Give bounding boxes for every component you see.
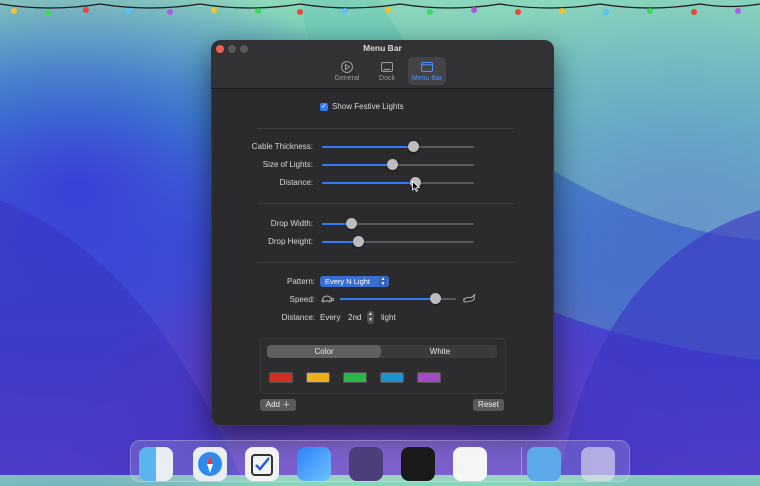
tab-menu-bar-label: Menu Bar xyxy=(411,75,443,82)
hare-icon xyxy=(462,293,476,303)
app-icon-dark[interactable] xyxy=(401,447,435,481)
slider-knob[interactable] xyxy=(408,141,419,152)
toolbar-tabs: General Dock Menu Bar xyxy=(328,57,446,85)
pattern-popup[interactable]: Every N Light ▲ ▼ xyxy=(320,276,389,287)
window-title: Menu Bar xyxy=(363,43,402,53)
pattern-label: Pattern: xyxy=(286,277,315,286)
tab-dock[interactable]: Dock xyxy=(368,57,406,85)
drop-width-slider[interactable] xyxy=(322,218,474,230)
color-swatch-green[interactable] xyxy=(343,372,367,383)
distance-n-value[interactable]: 2nd xyxy=(348,313,361,322)
mouse-cursor-icon xyxy=(412,181,420,192)
add-button-label: Add xyxy=(265,400,280,409)
xcode-icon[interactable] xyxy=(297,447,331,481)
festive-lights-string xyxy=(0,3,760,16)
slider-knob[interactable] xyxy=(353,236,364,247)
divider xyxy=(257,128,515,129)
distance-label: Distance: xyxy=(279,178,313,187)
color-swatch-red[interactable] xyxy=(269,372,293,383)
cable-thickness-label: Cable Thickness: xyxy=(251,142,313,151)
size-of-lights-label: Size of Lights: xyxy=(262,160,313,169)
dock-separator xyxy=(521,447,522,475)
tab-general[interactable]: General xyxy=(328,57,366,85)
chevron-updown-icon: ▲ ▼ xyxy=(379,276,387,287)
compass-icon xyxy=(198,452,222,476)
festive-lights-checkbox[interactable]: ✓ xyxy=(320,103,328,111)
distance-slider[interactable] xyxy=(322,177,474,189)
title-bar: Menu Bar General Dock Menu Bar xyxy=(211,40,554,89)
slider-fill xyxy=(340,298,435,300)
app-icon-purple[interactable] xyxy=(349,447,383,481)
dock-icon xyxy=(381,62,393,72)
color-swatch-yellow[interactable] xyxy=(306,372,330,383)
slider-fill xyxy=(322,164,392,166)
divider xyxy=(257,203,515,204)
color-swatch-purple[interactable] xyxy=(417,372,441,383)
drop-height-label: Drop Height: xyxy=(268,237,313,246)
tab-general-label: General xyxy=(334,75,360,82)
drop-width-label: Drop Width: xyxy=(270,219,313,228)
color-settings-box: Color White xyxy=(260,338,506,394)
settings-window: Menu Bar General Dock Menu Bar ✓ Show Fe… xyxy=(211,40,554,426)
speed-label: Speed: xyxy=(289,295,315,304)
color-mode-segmented-control: Color White xyxy=(267,345,497,358)
finder-icon[interactable] xyxy=(139,447,173,481)
slider-fill xyxy=(322,182,415,184)
general-icon xyxy=(341,61,353,73)
slider-knob[interactable] xyxy=(387,159,398,170)
slider-fill xyxy=(322,146,413,148)
reminders-icon[interactable] xyxy=(245,447,279,481)
reset-button[interactable]: Reset xyxy=(473,399,504,411)
dock xyxy=(130,440,630,482)
distance-n-stepper[interactable]: ▲ ▼ xyxy=(367,311,374,324)
add-button[interactable]: Add ＋ xyxy=(260,399,296,411)
distance-n-suffix: light xyxy=(381,313,396,322)
checkmark-icon xyxy=(251,454,273,476)
tab-menu-bar[interactable]: Menu Bar xyxy=(408,57,446,85)
distance-n-prefix: Every xyxy=(320,313,341,322)
segment-color[interactable]: Color xyxy=(267,345,381,358)
downloads-folder-icon[interactable] xyxy=(527,447,561,481)
divider xyxy=(257,262,515,263)
slider-knob[interactable] xyxy=(346,218,357,229)
tab-dock-label: Dock xyxy=(379,75,395,82)
turtle-icon xyxy=(321,295,334,304)
drop-height-slider[interactable] xyxy=(322,236,474,248)
trash-icon[interactable] xyxy=(581,447,615,481)
festive-app-icon[interactable] xyxy=(453,447,487,481)
slider-knob[interactable] xyxy=(430,293,441,304)
cable-thickness-slider[interactable] xyxy=(322,141,474,153)
safari-icon[interactable] xyxy=(193,447,227,481)
menubar-icon xyxy=(421,62,433,72)
distance-n-label: Distance: xyxy=(281,313,315,322)
segment-white[interactable]: White xyxy=(383,345,497,358)
pattern-value: Every N Light xyxy=(325,277,371,286)
festive-lights-label: Show Festive Lights xyxy=(332,102,404,111)
size-of-lights-slider[interactable] xyxy=(322,159,474,171)
color-swatch-blue[interactable] xyxy=(380,372,404,383)
speed-slider[interactable] xyxy=(340,293,456,305)
plus-icon: ＋ xyxy=(282,400,291,409)
